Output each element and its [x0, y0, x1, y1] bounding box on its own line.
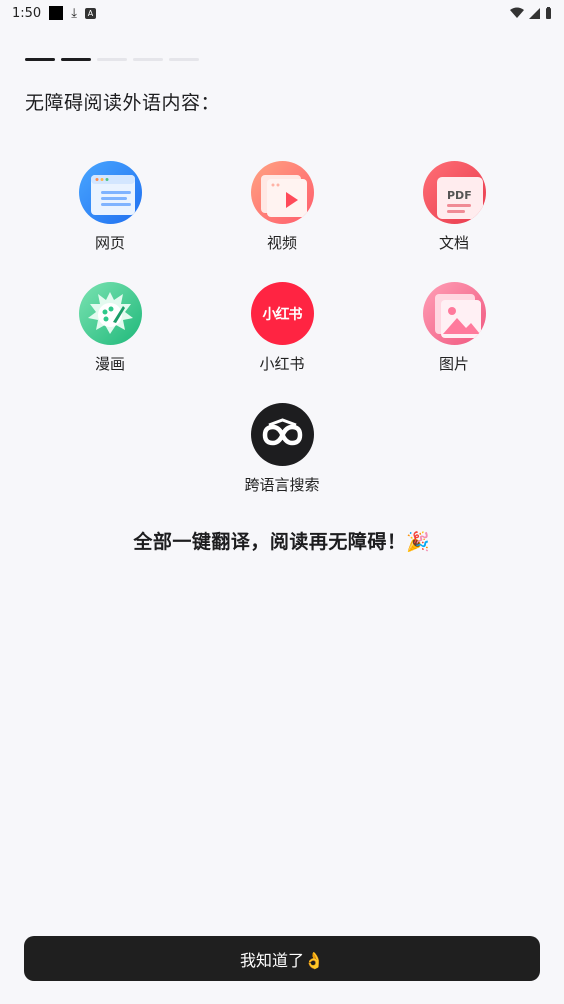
feature-video: 视频 [222, 161, 342, 253]
progress-step-4 [133, 58, 163, 61]
got-it-button[interactable]: 我知道了👌 [24, 936, 540, 981]
pdf-badge-text: PDF [447, 189, 472, 202]
onboarding-progress [25, 58, 199, 61]
progress-step-5 [169, 58, 199, 61]
comic-palette-icon [78, 282, 142, 345]
feature-comic: 漫画 [50, 282, 170, 374]
status-time: 1:50 [12, 5, 42, 21]
video-icon [250, 161, 314, 224]
pdf-document-icon: PDF [422, 161, 486, 224]
status-right [510, 7, 552, 19]
progress-step-1 [25, 58, 55, 61]
image-icon [422, 282, 486, 345]
status-bar: 1:50 ⤓ A [0, 0, 564, 26]
xiaohongshu-logo-icon: 小红书 [250, 282, 314, 345]
feature-webpage: 网页 [50, 161, 170, 253]
wifi-icon [510, 7, 524, 18]
page-heading: 无障碍阅读外语内容： [25, 92, 221, 114]
feature-label: 网页 [94, 234, 125, 252]
xiaohongshu-logo-text: 小红书 [262, 306, 303, 323]
feature-label: 小红书 [259, 355, 305, 373]
feature-label: 图片 [438, 355, 469, 373]
battery-icon [546, 7, 551, 19]
feature-image: 图片 [394, 282, 514, 374]
progress-step-3 [97, 58, 127, 61]
feature-label: 跨语言搜索 [244, 476, 320, 494]
cross-language-search-icon [250, 403, 314, 466]
feature-document: PDF 文档 [394, 161, 514, 253]
feature-label: 视频 [266, 234, 297, 252]
signal-icon [529, 7, 540, 19]
tagline: 全部一键翻译，阅读再无障碍！🎉 [133, 531, 431, 553]
feature-cross-language-search: 跨语言搜索 [222, 403, 342, 495]
feature-xiaohongshu: 小红书 小红书 [222, 282, 342, 374]
progress-step-2 [61, 58, 91, 61]
notification-square-icon [49, 6, 64, 20]
download-icon: ⤓ [71, 5, 77, 21]
status-left: 1:50 ⤓ A [12, 6, 96, 21]
feature-label: 漫画 [94, 355, 125, 373]
app-notification-icon: A [84, 7, 96, 19]
webpage-icon [78, 161, 142, 224]
feature-label: 文档 [438, 234, 469, 252]
